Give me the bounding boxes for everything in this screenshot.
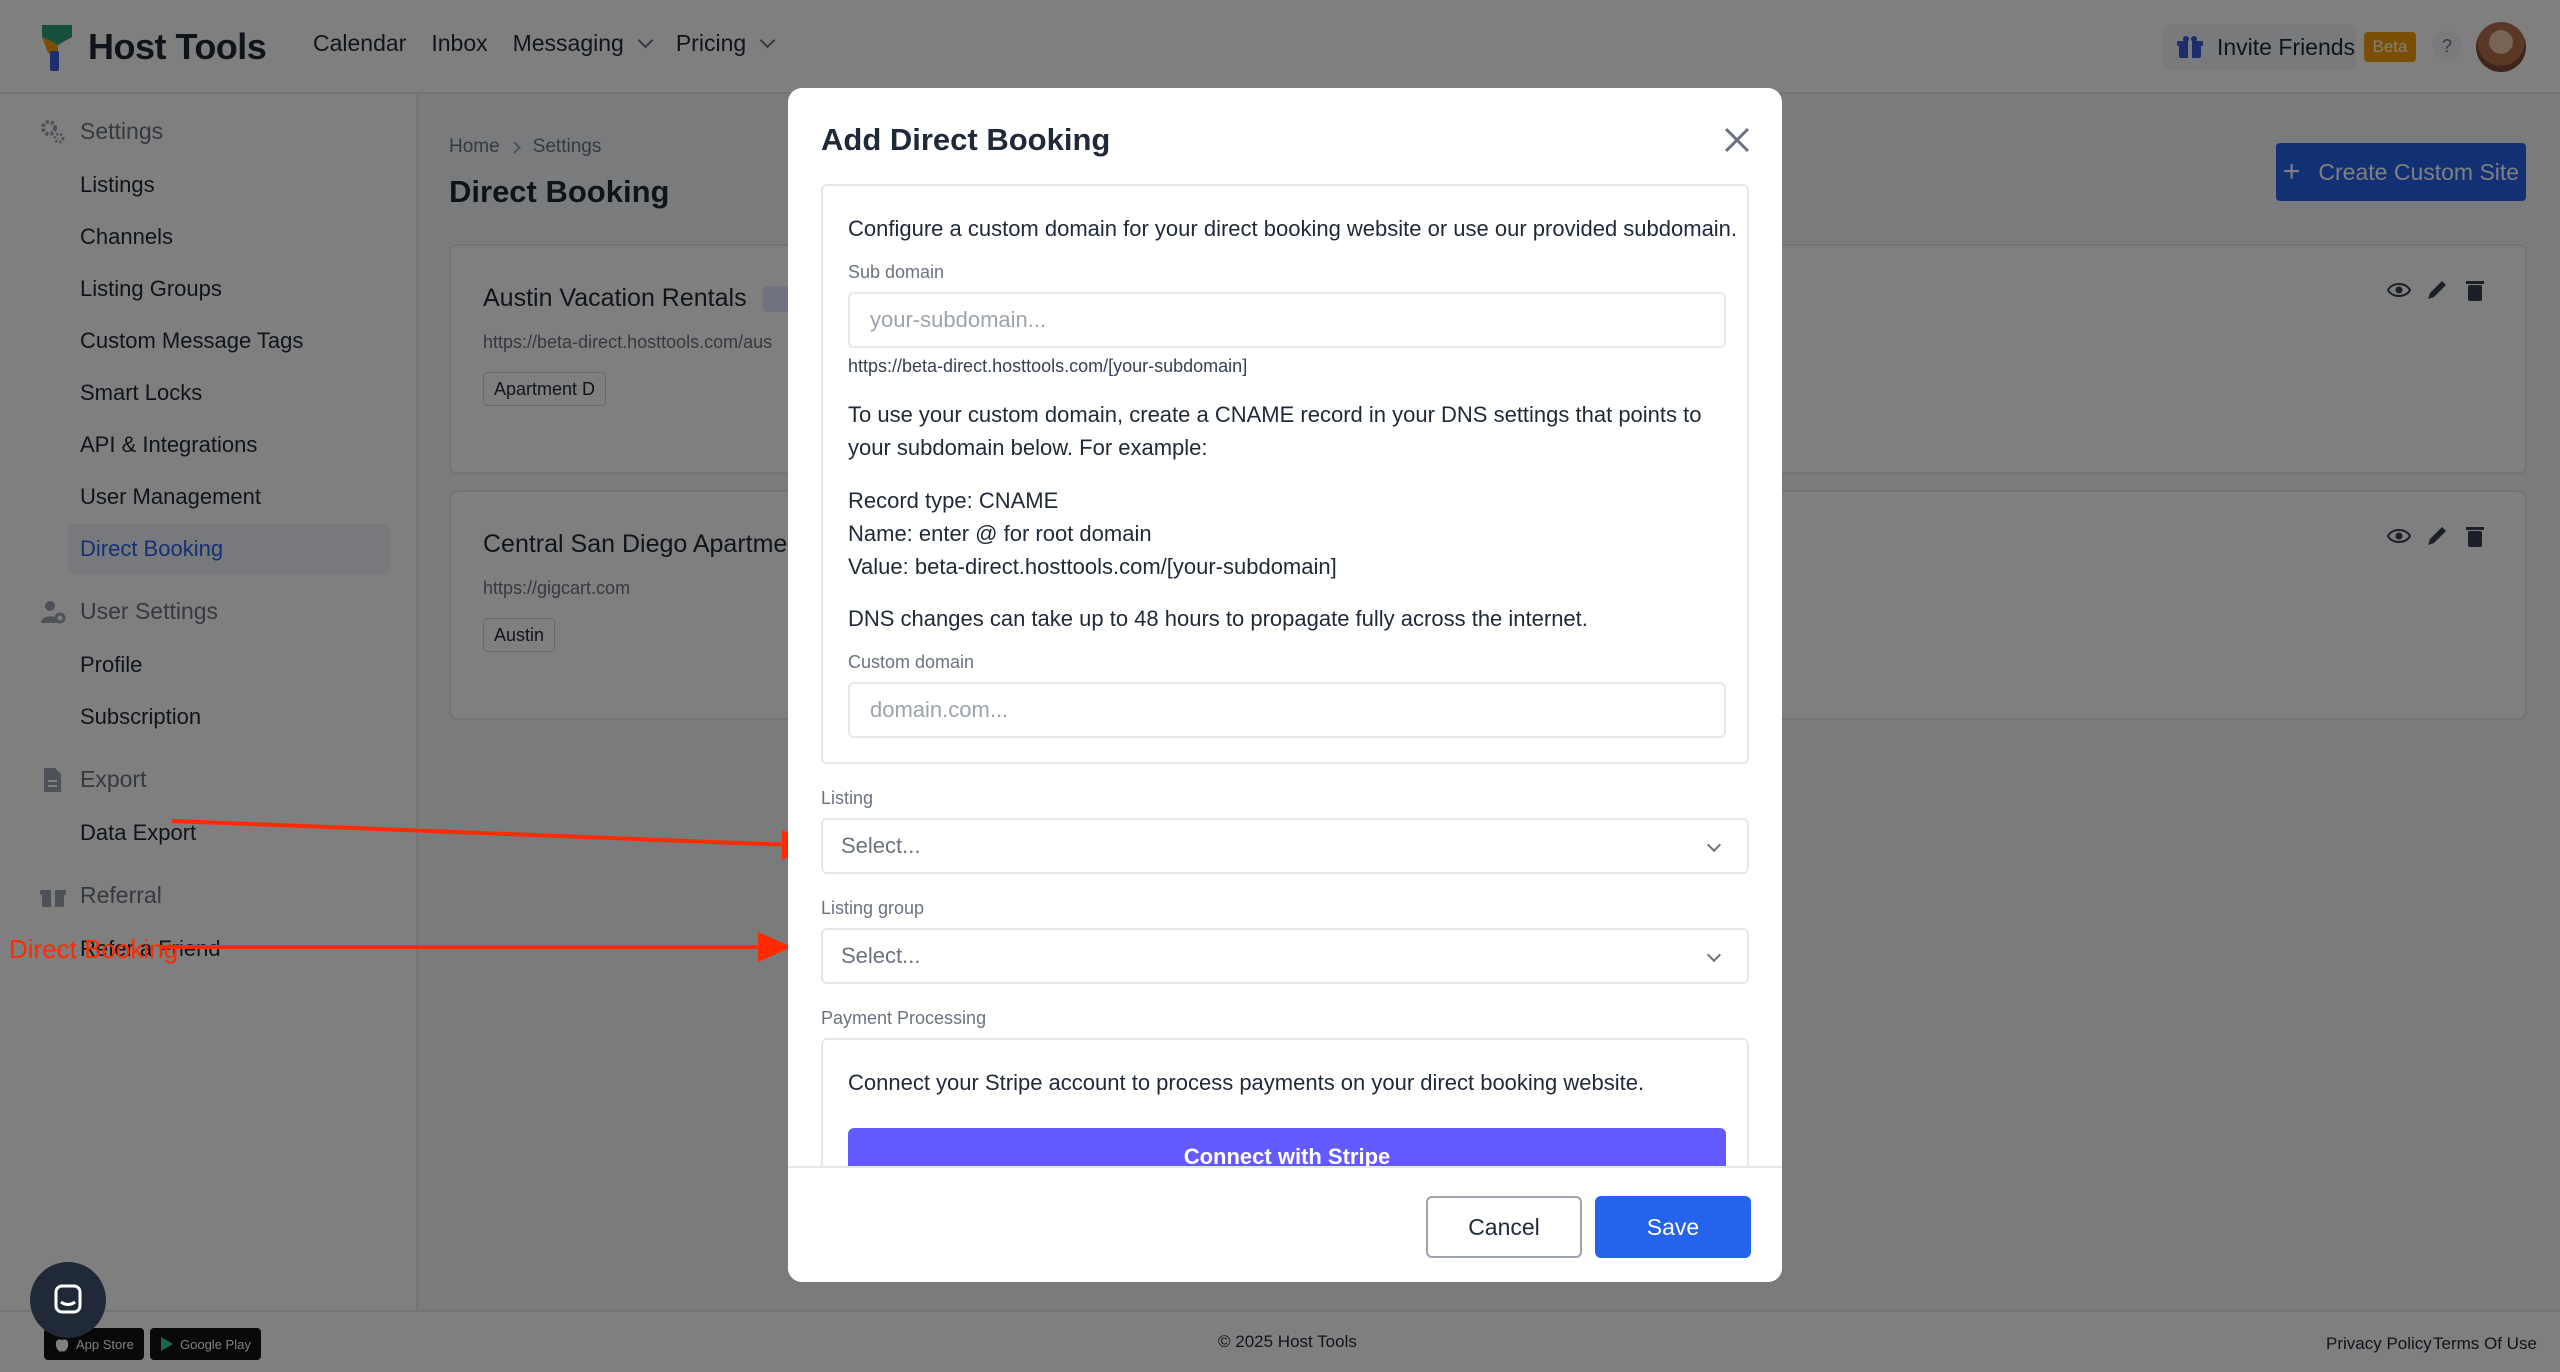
dns-note: DNS changes can take up to 48 hours to p…: [848, 606, 1588, 631]
save-button[interactable]: Save: [1595, 1196, 1751, 1258]
record-value: Value: beta-direct.hosttools.com/[your-s…: [848, 554, 1337, 579]
annotation-label: Direct Booking: [9, 934, 179, 964]
modal-footer: Cancel Save: [788, 1166, 1782, 1282]
record-name: Name: enter @ for root domain: [848, 521, 1152, 546]
modal-title: Add Direct Booking: [821, 122, 1111, 157]
payment-processing-label: Payment Processing: [821, 1008, 987, 1028]
modal-body[interactable]: Configure a custom domain for your direc…: [788, 184, 1782, 1250]
listing-group-label: Listing group: [821, 898, 925, 918]
chat-icon: [54, 1284, 82, 1314]
add-direct-booking-modal: Add Direct Booking Configure a custom do…: [788, 88, 1782, 1282]
listing-label: Listing: [821, 788, 874, 808]
subdomain-label: Sub domain: [848, 262, 945, 282]
chevron-down-icon: [1706, 837, 1722, 853]
custom-domain-label: Custom domain: [848, 652, 975, 672]
chevron-down-icon: [1706, 947, 1722, 963]
listing-group-select[interactable]: Select...: [821, 928, 1749, 984]
domain-intro-text: Configure a custom domain for your direc…: [848, 216, 1738, 241]
record-type: Record type: CNAME: [848, 488, 1059, 513]
custom-domain-input[interactable]: [848, 682, 1726, 738]
cname-instructions: To use your custom domain, create a CNAM…: [848, 402, 1702, 460]
close-icon[interactable]: [1719, 122, 1755, 158]
cancel-button[interactable]: Cancel: [1426, 1196, 1582, 1258]
listing-group-select-value: Select...: [841, 943, 921, 968]
chat-launcher-button[interactable]: [30, 1262, 106, 1338]
domain-config-panel: Configure a custom domain for your direc…: [821, 184, 1749, 764]
stripe-description: Connect your Stripe account to process p…: [848, 1070, 1645, 1095]
subdomain-input[interactable]: [848, 292, 1726, 348]
subdomain-hint: https://beta-direct.hosttools.com/[your-…: [848, 356, 1248, 376]
listing-select-value: Select...: [841, 833, 921, 858]
listing-select[interactable]: Select...: [821, 818, 1749, 874]
